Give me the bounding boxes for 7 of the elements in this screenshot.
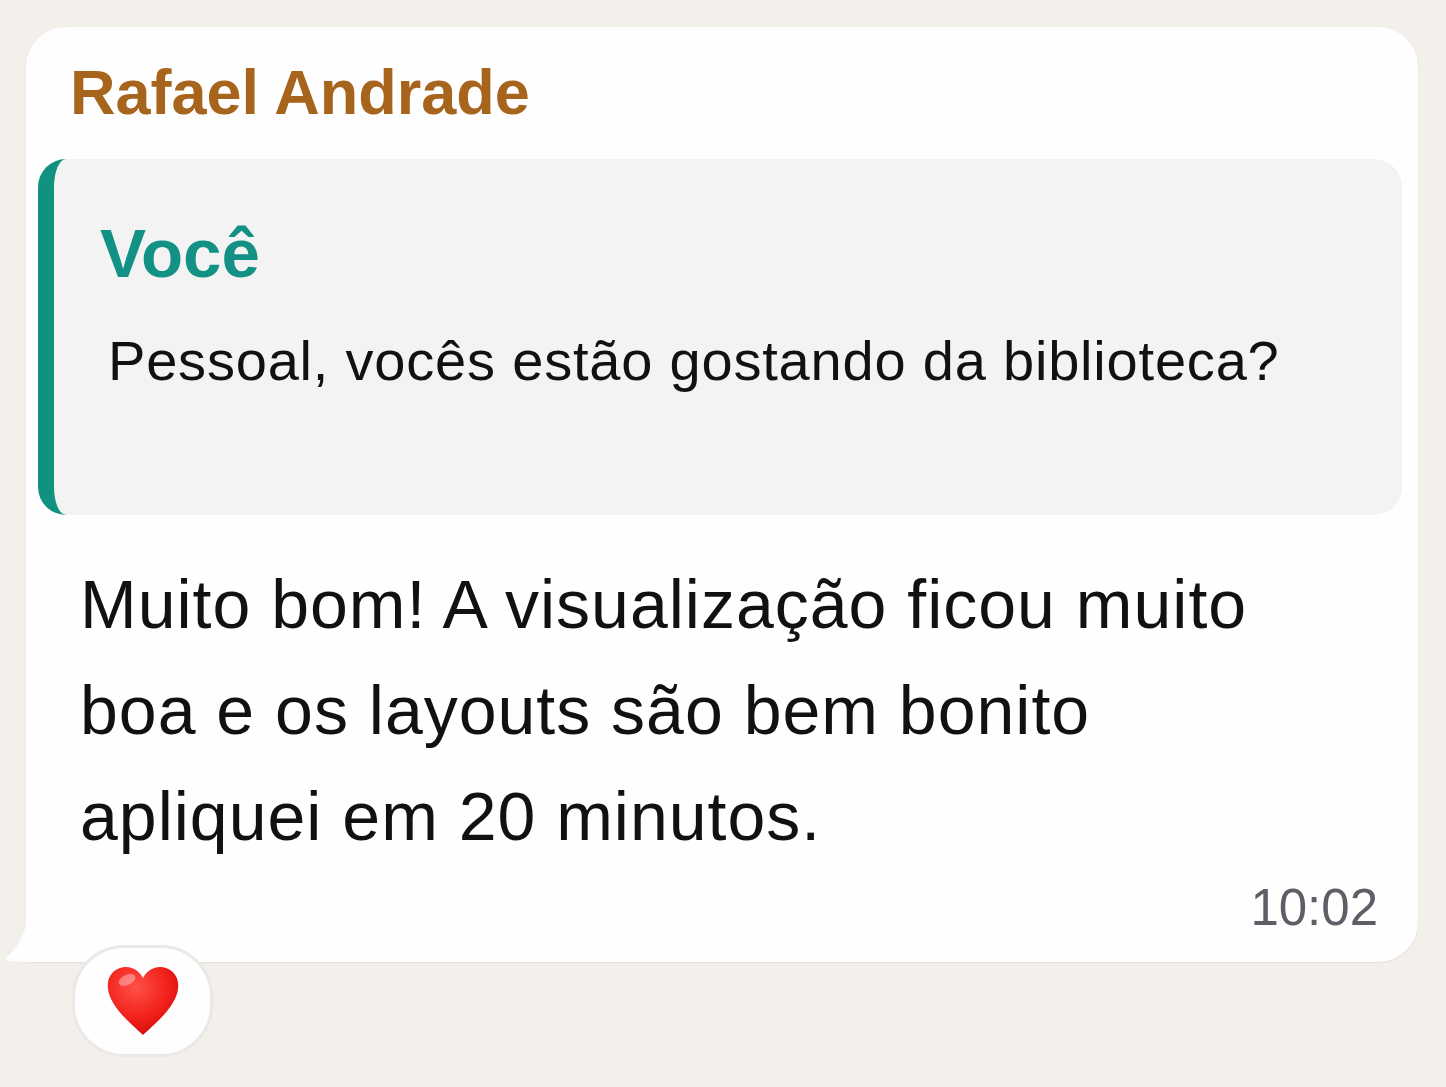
message-time: 10:02 bbox=[1250, 878, 1378, 936]
quoted-author: Você bbox=[100, 213, 261, 294]
quoted-text: Pessoal, vocês estão gostando da biblioteca? bbox=[108, 328, 1281, 395]
message-text: Muito bom! A visualização ficou muito boa e os layouts são bem bonito apliquei em 20 minutos. bbox=[80, 565, 1248, 854]
heart-icon bbox=[106, 965, 179, 1036]
sender-name: Rafael Andrade bbox=[70, 56, 531, 129]
quoted-message[interactable]: Você Pessoal, vocês estão gostando da biblioteca? bbox=[38, 158, 1402, 515]
